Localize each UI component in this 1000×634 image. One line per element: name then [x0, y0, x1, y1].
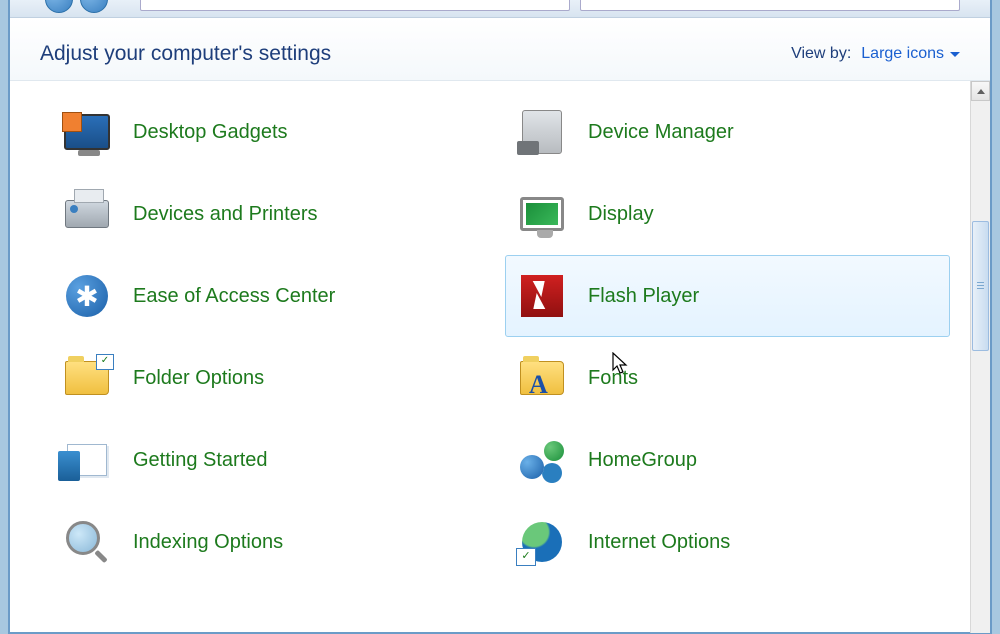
item-label: Devices and Printers	[133, 203, 318, 226]
item-label: Internet Options	[588, 531, 730, 554]
item-label: HomeGroup	[588, 449, 697, 472]
view-by-value: Large icons	[861, 45, 944, 63]
devices-printers-icon	[63, 190, 111, 238]
internet-options-icon	[518, 518, 566, 566]
control-panel-item[interactable]: HomeGroup	[505, 419, 950, 501]
view-by-control: View by: Large icons	[791, 45, 960, 63]
scroll-up-button[interactable]	[971, 81, 990, 101]
indexing-options-icon	[63, 518, 111, 566]
desktop-gadgets-icon	[63, 108, 111, 156]
control-panel-item[interactable]: Internet Options	[505, 501, 950, 583]
item-label: Indexing Options	[133, 531, 283, 554]
flash-player-icon	[518, 272, 566, 320]
page-title: Adjust your computer's settings	[40, 42, 331, 66]
item-label: Fonts	[588, 367, 638, 390]
header: Adjust your computer's settings View by:…	[10, 18, 990, 81]
display-icon	[518, 190, 566, 238]
vertical-scrollbar[interactable]	[970, 81, 990, 633]
control-panel-item[interactable]: Desktop Gadgets	[50, 91, 495, 173]
content-area: Desktop Gadgets Device Manager Devices and…	[10, 81, 990, 633]
control-panel-item[interactable]: Getting Started	[50, 419, 495, 501]
items-grid: Desktop Gadgets Device Manager Devices and…	[10, 81, 970, 633]
control-panel-item[interactable]: Flash Player	[505, 255, 950, 337]
control-panel-item[interactable]: Folder Options	[50, 337, 495, 419]
address-bar[interactable]	[140, 0, 570, 11]
item-label: Desktop Gadgets	[133, 121, 288, 144]
control-panel-item[interactable]: Device Manager	[505, 91, 950, 173]
view-by-label: View by:	[791, 45, 851, 63]
control-panel-item[interactable]: Ease of Access Center	[50, 255, 495, 337]
control-panel-item[interactable]: Display	[505, 173, 950, 255]
fonts-icon	[518, 354, 566, 402]
homegroup-icon	[518, 436, 566, 484]
view-by-dropdown[interactable]: Large icons	[861, 45, 960, 63]
search-input[interactable]	[580, 0, 960, 11]
item-label: Getting Started	[133, 449, 268, 472]
item-label: Flash Player	[588, 285, 699, 308]
item-label: Folder Options	[133, 367, 264, 390]
chevron-down-icon	[950, 52, 960, 57]
getting-started-icon	[63, 436, 111, 484]
scroll-track[interactable]	[971, 101, 990, 633]
control-panel-item[interactable]: Fonts	[505, 337, 950, 419]
item-label: Display	[588, 203, 654, 226]
item-label: Ease of Access Center	[133, 285, 335, 308]
control-panel-item[interactable]: Devices and Printers	[50, 173, 495, 255]
control-panel-window: Adjust your computer's settings View by:…	[8, 0, 992, 634]
folder-options-icon	[63, 354, 111, 402]
device-manager-icon	[518, 108, 566, 156]
ease-of-access-icon	[63, 272, 111, 320]
item-label: Device Manager	[588, 121, 734, 144]
chevron-up-icon	[977, 89, 985, 94]
scroll-thumb[interactable]	[972, 221, 989, 351]
control-panel-item[interactable]: Indexing Options	[50, 501, 495, 583]
